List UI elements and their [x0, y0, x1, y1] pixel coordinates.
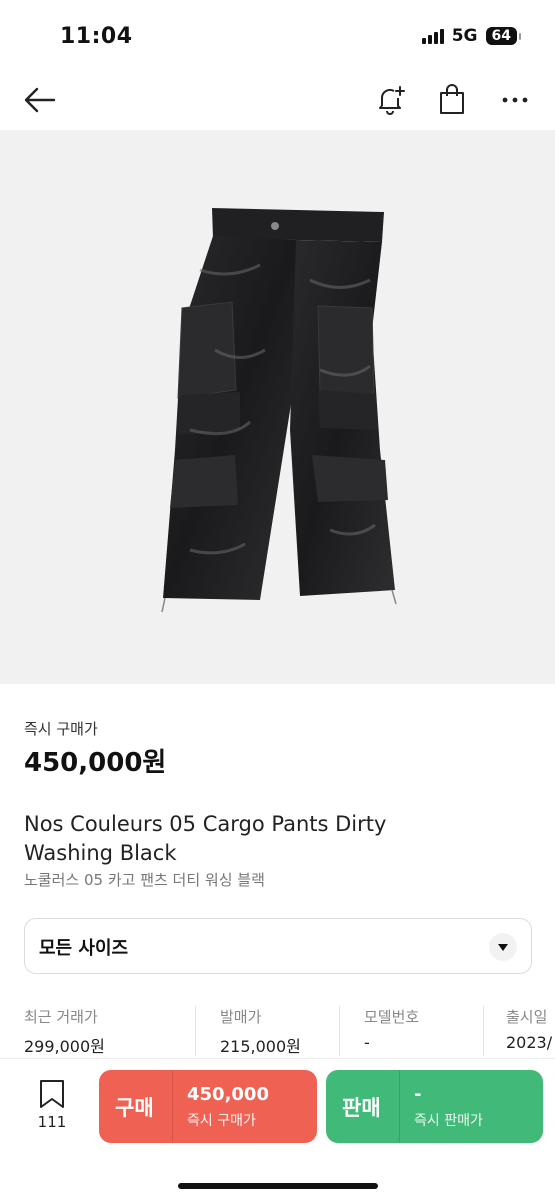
buy-button[interactable]: 구매 450,000 즉시 구매가 — [99, 1070, 317, 1143]
network-type: 5G — [451, 26, 478, 46]
instant-price: 450,000원 — [24, 748, 167, 778]
product-subtitle: 노쿨러스 05 카고 팬츠 더티 워싱 블랙 — [24, 871, 265, 889]
stat-release-price: 발매가 215,000원 — [196, 1006, 340, 1056]
buy-sub: 즉시 구매가 — [187, 1113, 256, 1129]
bell-plus-icon[interactable] — [370, 80, 410, 120]
bookmark-count: 111 — [37, 1113, 67, 1131]
size-select[interactable]: 모든 사이즈 — [24, 918, 532, 974]
sell-divider — [399, 1070, 400, 1143]
battery-icon: 64 — [485, 27, 522, 45]
bottom-action-bar: 111 구매 450,000 즉시 구매가 판매 - 즉시 판매가 — [0, 1058, 555, 1200]
product-title: Nos Couleurs 05 Cargo Pants Dirty Washin… — [24, 812, 387, 865]
stat-value: - — [364, 1033, 370, 1052]
bookmark-icon — [40, 1080, 64, 1108]
stat-value: 299,000원 — [24, 1037, 105, 1056]
buy-price: 450,000 — [187, 1084, 269, 1105]
chevron-down-icon — [489, 933, 517, 961]
bookmark-button[interactable]: 111 — [30, 1079, 74, 1143]
stat-recent-trade: 최근 거래가 299,000원 — [24, 1006, 196, 1056]
stat-label: 모델번호 — [364, 1008, 420, 1026]
buy-label: 구매 — [115, 1096, 154, 1120]
sell-button[interactable]: 판매 - 즉시 판매가 — [326, 1070, 543, 1143]
product-image[interactable] — [0, 130, 555, 684]
stat-label: 발매가 — [220, 1008, 262, 1026]
stat-value: 2023/ — [506, 1033, 553, 1052]
shopping-bag-icon[interactable] — [432, 80, 472, 120]
home-indicator[interactable] — [178, 1183, 378, 1189]
sell-sub: 즉시 판매가 — [414, 1113, 483, 1129]
buy-divider — [172, 1070, 173, 1143]
stat-model-number: 모델번호 - — [340, 1006, 484, 1056]
more-horizontal-icon[interactable] — [495, 80, 535, 120]
stat-value: 215,000원 — [220, 1037, 301, 1056]
arrow-left-icon[interactable] — [20, 80, 60, 120]
stat-label: 최근 거래가 — [24, 1008, 98, 1026]
stat-label: 출시일 — [506, 1008, 548, 1026]
instant-price-label: 즉시 구매가 — [24, 720, 98, 738]
status-right: 5G 64 — [421, 26, 522, 46]
size-select-value: 모든 사이즈 — [39, 938, 129, 959]
stat-release-date: 출시일 2023/ — [484, 1006, 555, 1056]
product-stats: 최근 거래가 299,000원 발매가 215,000원 모델번호 - 출시일 … — [24, 1006, 555, 1056]
status-time: 11:04 — [60, 24, 133, 49]
sell-label: 판매 — [342, 1096, 381, 1120]
sell-price: - — [414, 1084, 422, 1105]
top-nav — [0, 70, 555, 130]
status-bar: 11:04 5G 64 — [0, 0, 555, 70]
signal-icon — [421, 28, 444, 44]
